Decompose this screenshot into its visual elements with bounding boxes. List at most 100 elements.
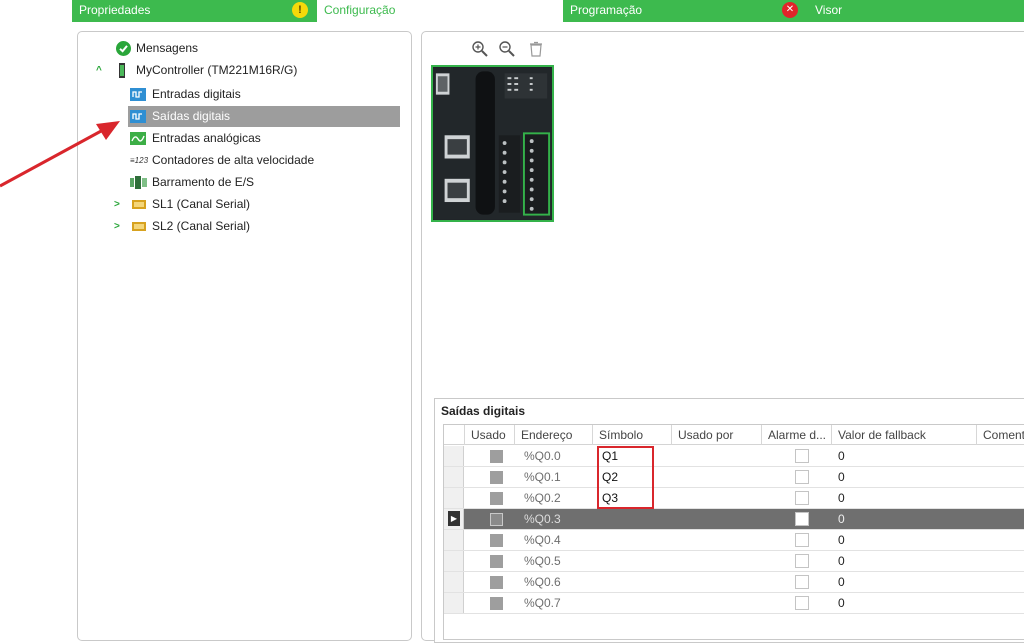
alarm-checkbox[interactable] [795,533,809,547]
tree-item-label: MyController (TM221M16R/G) [136,63,298,77]
alarm-checkbox[interactable] [795,575,809,589]
tree-item-contadores[interactable]: ≡123 Contadores de alta velocidade [128,150,408,171]
address-cell: %Q0.2 [524,491,561,505]
fallback-cell[interactable]: 0 [838,509,845,530]
row-header[interactable]: ▶ [444,509,464,529]
used-checkbox [490,597,503,610]
tree-item-label: Contadores de alta velocidade [152,153,315,167]
fallback-cell[interactable]: 0 [838,488,845,509]
tab-label: Configuração [324,3,396,17]
row-header[interactable] [444,551,464,571]
zoom-out-icon[interactable] [498,40,516,58]
address-cell: %Q0.1 [524,470,561,484]
table-row[interactable]: %Q0.2 Q3 0 [444,488,1024,509]
digital-output-icon [130,110,146,123]
tree-item-sl2[interactable]: > SL2 (Canal Serial) [112,216,398,237]
tree-item-entradas-analogicas[interactable]: Entradas analógicas [128,128,398,149]
chevron-right-icon[interactable]: > [114,216,120,237]
serial-port-icon [132,200,146,209]
fallback-cell[interactable]: 0 [838,446,845,467]
tab-propriedades[interactable]: Propriedades ! [72,0,317,22]
serial-port-icon [132,222,146,231]
fallback-cell[interactable]: 0 [838,551,845,572]
used-checkbox [490,513,503,526]
fallback-cell[interactable]: 0 [838,530,845,551]
digital-outputs-section: Saídas digitais Usado Endereço Símbolo U… [434,398,1024,643]
tree-item-entradas-digitais[interactable]: Entradas digitais [128,84,398,105]
alarm-checkbox[interactable] [795,449,809,463]
used-checkbox [490,534,503,547]
column-header[interactable]: Usado por [671,425,761,445]
table-row[interactable]: %Q0.6 0 [444,572,1024,593]
address-cell: %Q0.0 [524,449,561,463]
tree-item-barramento[interactable]: Barramento de E/S [128,172,398,193]
symbol-highlight-box [597,446,654,509]
delete-icon[interactable] [527,40,545,58]
tab-programacao[interactable]: Programação ✕ [563,0,808,22]
table-row[interactable]: %Q0.4 0 [444,530,1024,551]
chevron-up-icon[interactable]: ^ [96,60,102,81]
row-header[interactable] [444,488,464,508]
tree-item-controller[interactable]: ^ MyController (TM221M16R/G) [94,60,404,81]
address-cell: %Q0.6 [524,575,561,589]
column-header[interactable]: Comentário [976,425,1024,445]
error-icon: ✕ [782,2,798,18]
tree-item-label: Barramento de E/S [152,175,255,189]
alarm-checkbox[interactable] [795,596,809,610]
tree-item-mensagens[interactable]: Mensagens [114,38,404,59]
column-header[interactable]: Alarme d... [761,425,831,445]
table-header: Usado Endereço Símbolo Usado por Alarme … [444,425,1024,445]
tree-item-label: SL1 (Canal Serial) [152,197,251,211]
fallback-cell[interactable]: 0 [838,593,845,614]
used-checkbox [490,576,503,589]
column-header[interactable]: Usado [464,425,514,445]
row-header[interactable] [444,467,464,487]
fallback-cell[interactable]: 0 [838,572,845,593]
row-header[interactable] [444,572,464,592]
address-cell: %Q0.3 [524,512,561,526]
io-bus-icon [130,176,147,189]
tree-item-label: Entradas digitais [152,87,241,101]
tab-configuracao[interactable]: Configuração [317,0,563,22]
column-header[interactable]: Valor de fallback [831,425,976,445]
main-tab-strip: Propriedades ! Configuração Programação … [0,0,1024,22]
used-checkbox [490,492,503,505]
tree-item-sl1[interactable]: > SL1 (Canal Serial) [112,194,398,215]
section-title: Saídas digitais [441,404,526,418]
tree-item-saidas-digitais[interactable]: Saídas digitais [128,106,400,127]
annotation-arrow [0,121,120,188]
digital-outputs-table[interactable]: Usado Endereço Símbolo Usado por Alarme … [443,424,1024,640]
row-header[interactable] [444,530,464,550]
tab-visor[interactable]: Visor [808,0,1024,22]
tab-label: Programação [570,3,643,17]
alarm-checkbox[interactable] [795,470,809,484]
device-view-panel: Saídas digitais Usado Endereço Símbolo U… [421,31,1024,643]
table-row[interactable]: %Q0.0 Q1 0 [444,446,1024,467]
controller-image[interactable] [431,65,554,222]
column-header[interactable]: Símbolo [592,425,671,445]
address-cell: %Q0.7 [524,596,561,610]
controller-icon [119,63,125,78]
alarm-checkbox[interactable] [795,554,809,568]
fallback-cell[interactable]: 0 [838,467,845,488]
tab-label: Visor [815,3,843,17]
table-row[interactable]: %Q0.7 0 [444,593,1024,614]
tree-item-label: Entradas analógicas [152,131,261,145]
table-row[interactable]: %Q0.5 0 [444,551,1024,572]
current-row-arrow-icon: ▶ [448,511,460,526]
tree-item-label: Mensagens [136,41,199,55]
row-header[interactable] [444,593,464,613]
zoom-in-icon[interactable] [471,40,489,58]
check-circle-icon [116,41,131,56]
used-checkbox [490,471,503,484]
table-row[interactable]: %Q0.1 Q2 0 [444,467,1024,488]
tree-item-label: Saídas digitais [152,109,231,123]
column-header[interactable]: Endereço [514,425,592,445]
tab-label: Propriedades [79,3,151,17]
address-cell: %Q0.4 [524,533,561,547]
alarm-checkbox[interactable] [795,491,809,505]
row-header[interactable] [444,446,464,466]
address-cell: %Q0.5 [524,554,561,568]
table-row[interactable]: ▶ %Q0.3 0 [444,509,1024,530]
alarm-checkbox[interactable] [795,512,809,526]
